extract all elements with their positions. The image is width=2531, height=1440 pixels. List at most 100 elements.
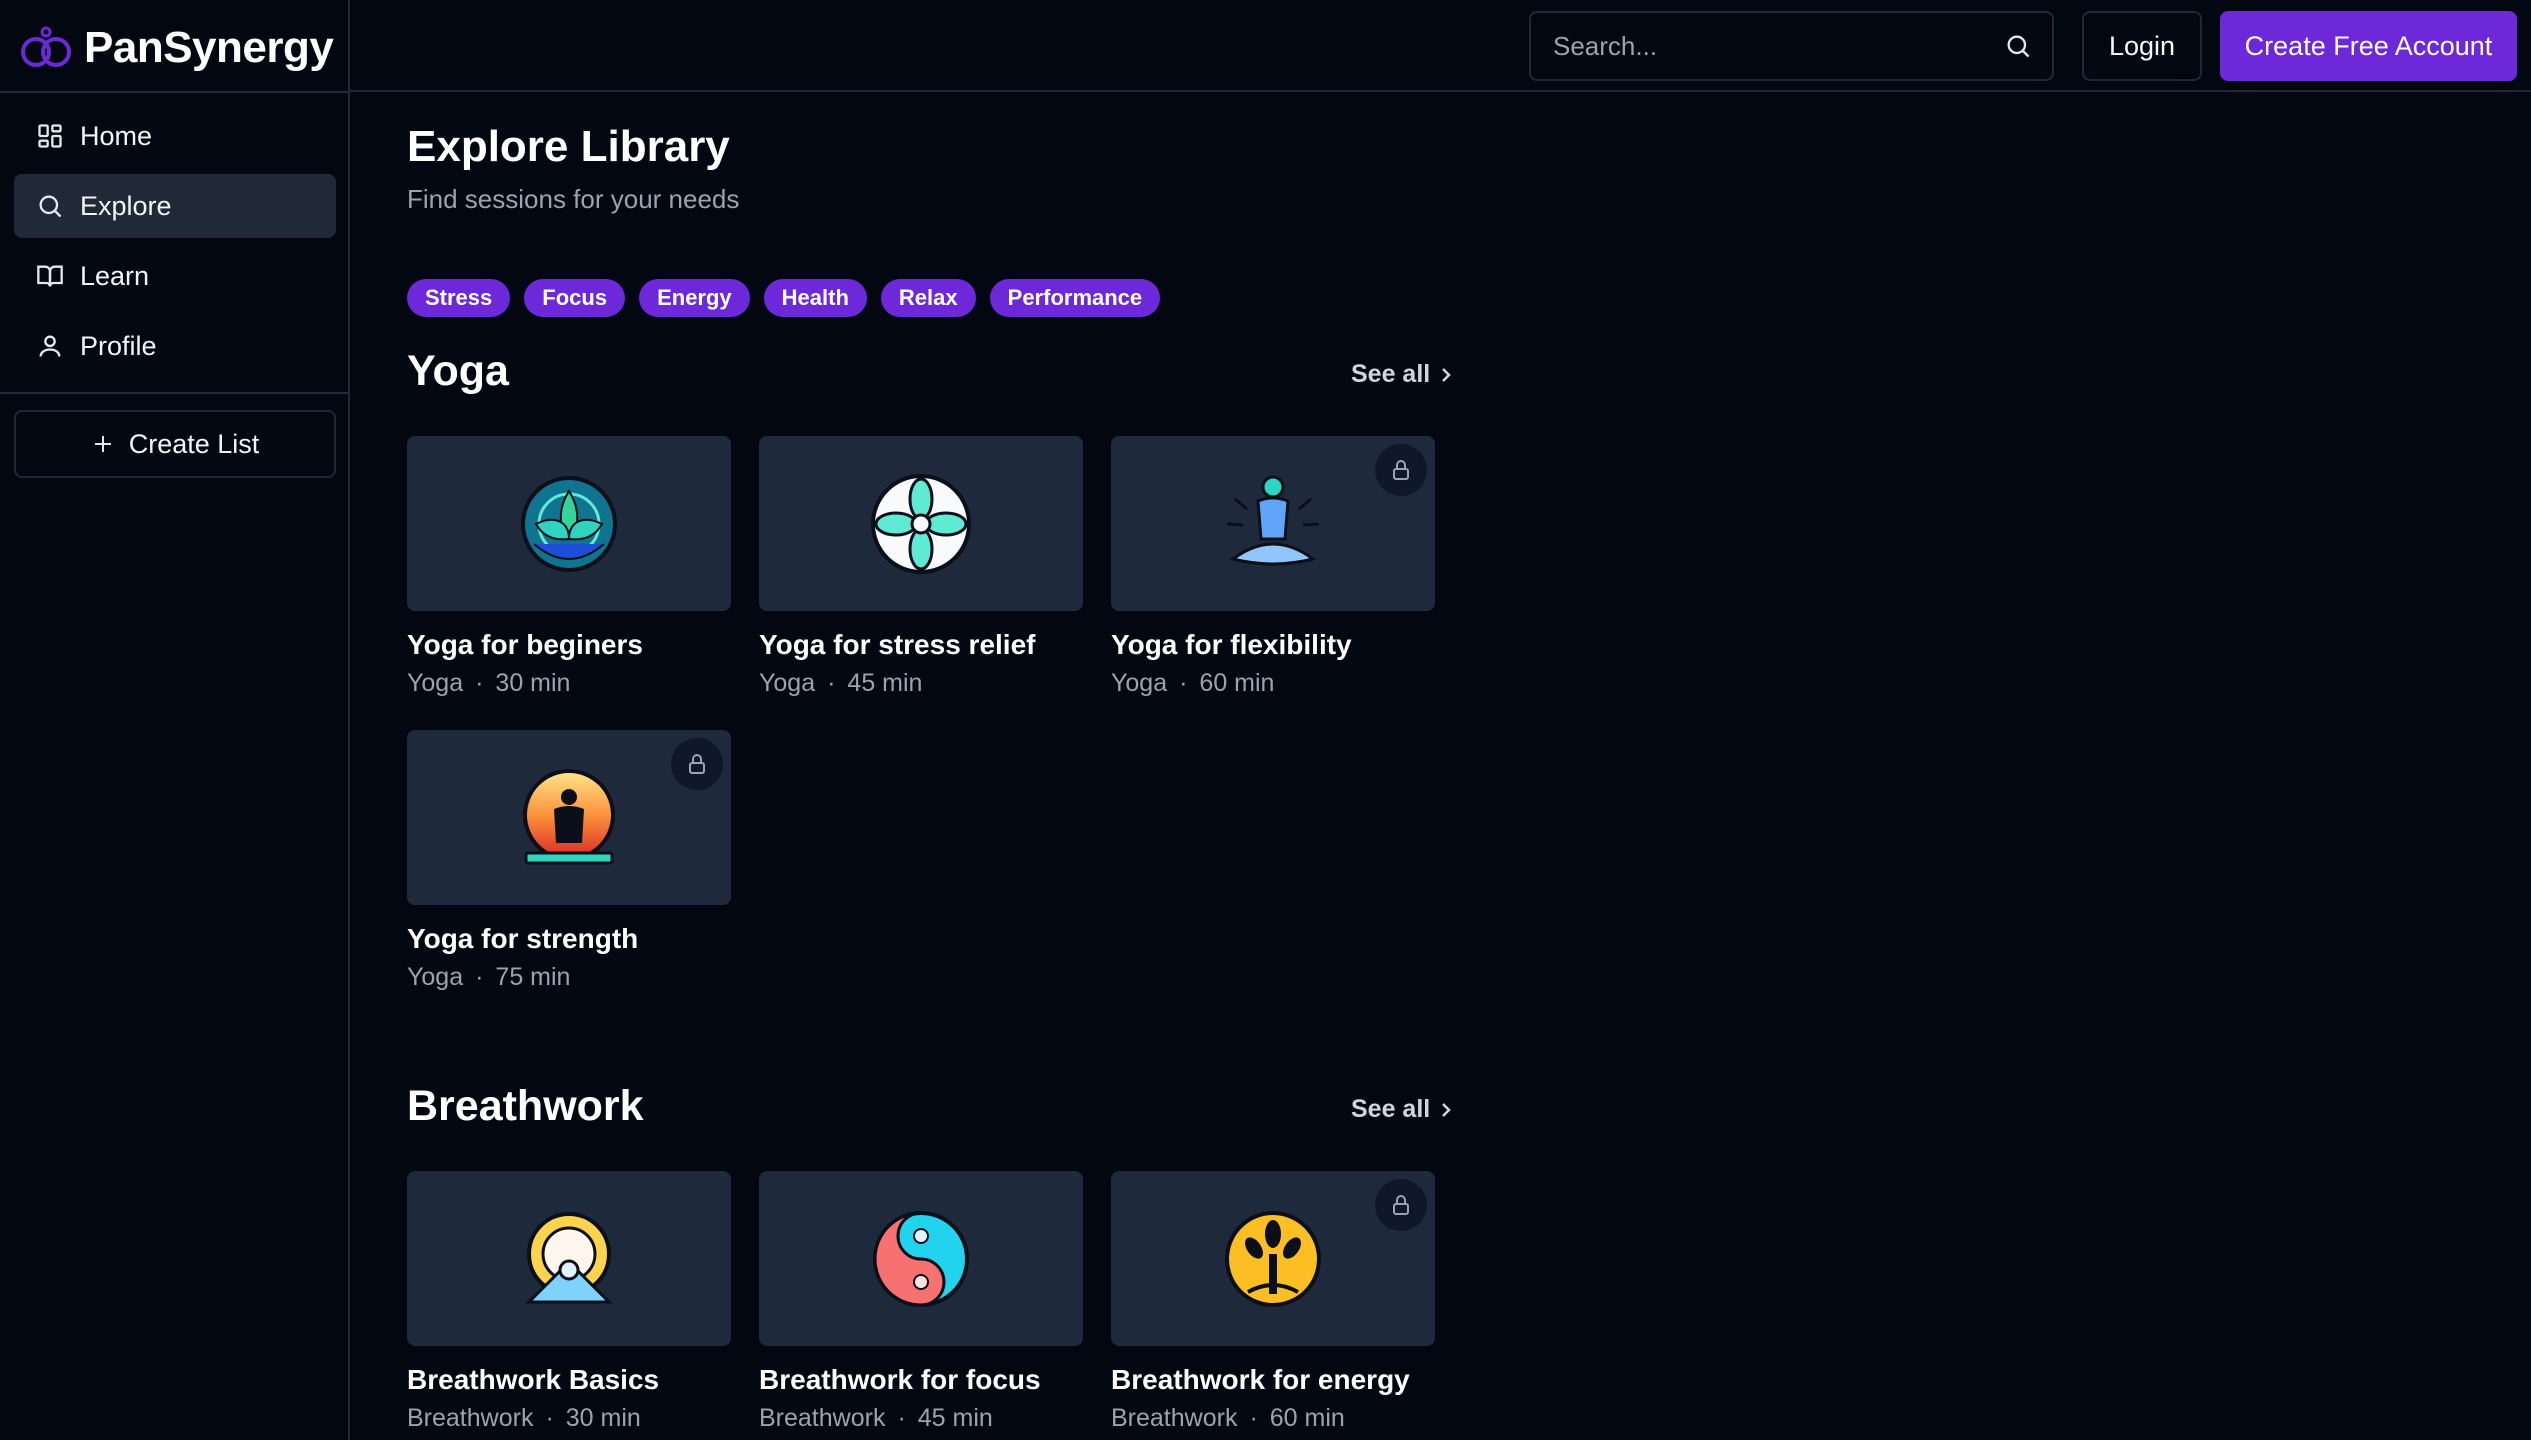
sidebar-item-label: Explore bbox=[80, 190, 172, 221]
tag-relax[interactable]: Relax bbox=[880, 279, 976, 317]
search-icon[interactable] bbox=[2004, 32, 2032, 60]
sidebar-item-label: Learn bbox=[80, 260, 150, 291]
session-thumbnail bbox=[759, 436, 1083, 611]
session-thumbnail bbox=[407, 1171, 731, 1346]
session-thumbnail bbox=[1111, 436, 1435, 611]
search-input[interactable] bbox=[1551, 29, 2004, 63]
session-thumbnail bbox=[407, 436, 731, 611]
lock-badge bbox=[1375, 444, 1427, 496]
session-title: Yoga for stress relief bbox=[759, 629, 1036, 660]
session-title: Yoga for flexibility bbox=[1111, 629, 1352, 660]
book-icon bbox=[37, 265, 63, 287]
session-card[interactable]: Yoga for beginers Yoga · 30 min bbox=[407, 436, 731, 698]
sidebar-item-label: Home bbox=[80, 120, 153, 151]
divider bbox=[0, 392, 350, 394]
session-category: Yoga bbox=[407, 963, 464, 991]
session-duration: 45 min bbox=[917, 1404, 993, 1432]
tag-performance[interactable]: Performance bbox=[989, 279, 1161, 317]
logo[interactable]: PanSynergy bbox=[18, 20, 334, 76]
yin-yang-icon bbox=[873, 1210, 969, 1307]
session-category: Yoga bbox=[407, 669, 464, 697]
session-category: Breathwork bbox=[759, 1404, 886, 1432]
session-meta: Breathwork · 30 min bbox=[407, 1404, 641, 1432]
session-duration: 45 min bbox=[847, 669, 923, 697]
session-card[interactable]: Breathwork for energy Breathwork · 60 min bbox=[1111, 1171, 1435, 1433]
session-category: Yoga bbox=[759, 669, 816, 697]
sidebar: PanSynergy Home Explore Learn Profile Cr… bbox=[0, 0, 350, 1440]
lotus-flower-icon bbox=[871, 473, 971, 574]
sidebar-item-learn[interactable]: Learn bbox=[14, 244, 336, 308]
session-card[interactable]: Yoga for strength Yoga · 75 min bbox=[407, 730, 731, 992]
see-all-label: See all bbox=[1351, 1095, 1431, 1123]
session-duration: 60 min bbox=[1269, 1404, 1345, 1432]
mandala-lotus-icon bbox=[521, 475, 617, 572]
tag-health[interactable]: Health bbox=[763, 279, 867, 317]
create-list-button[interactable]: Create List bbox=[14, 410, 336, 478]
section-title-yoga: Yoga bbox=[407, 347, 509, 395]
tag-focus[interactable]: Focus bbox=[524, 279, 626, 317]
sidebar-item-profile[interactable]: Profile bbox=[14, 314, 336, 378]
chevron-right-icon bbox=[1442, 1102, 1452, 1117]
session-meta: Yoga · 45 min bbox=[759, 669, 923, 697]
session-card[interactable]: Breathwork Basics Breathwork · 30 min bbox=[407, 1171, 731, 1433]
lock-badge bbox=[1375, 1179, 1427, 1231]
session-meta: Yoga · 60 min bbox=[1111, 669, 1275, 697]
lock-icon bbox=[1393, 460, 1409, 480]
session-card[interactable]: Breathwork for focus Breathwork · 45 min bbox=[759, 1171, 1083, 1433]
session-thumbnail bbox=[1111, 1171, 1435, 1346]
session-duration: 75 min bbox=[495, 963, 571, 991]
session-meta: Yoga · 30 min bbox=[407, 669, 571, 697]
page-subtitle: Find sessions for your needs bbox=[407, 184, 740, 214]
lock-badge bbox=[671, 738, 723, 790]
plus-icon bbox=[94, 436, 111, 452]
meditating-figure-icon bbox=[1226, 475, 1320, 565]
see-all-breathwork-link[interactable]: See all bbox=[1351, 1095, 1454, 1124]
search-icon bbox=[39, 195, 62, 218]
session-thumbnail bbox=[759, 1171, 1083, 1346]
session-duration: 30 min bbox=[565, 1404, 641, 1432]
tag-filter-list: Stress Focus Energy Health Relax Perform… bbox=[407, 279, 1161, 317]
grid-icon bbox=[38, 124, 62, 148]
lock-icon bbox=[689, 754, 705, 774]
sunrise-breath-icon bbox=[525, 1211, 613, 1303]
sidebar-item-explore[interactable]: Explore bbox=[14, 174, 336, 238]
chevron-right-icon bbox=[1442, 367, 1452, 382]
session-meta: Breathwork · 60 min bbox=[1111, 1404, 1345, 1432]
see-all-label: See all bbox=[1351, 360, 1431, 388]
session-title: Breathwork for energy bbox=[1111, 1364, 1410, 1395]
session-meta: Yoga · 75 min bbox=[407, 963, 571, 991]
session-card[interactable]: Yoga for stress relief Yoga · 45 min bbox=[759, 436, 1083, 698]
session-title: Breathwork Basics bbox=[407, 1364, 660, 1395]
divider bbox=[0, 91, 350, 93]
session-title: Yoga for beginers bbox=[407, 629, 643, 660]
create-list-label: Create List bbox=[128, 428, 260, 459]
tree-of-life-icon bbox=[1225, 1210, 1321, 1307]
session-title: Breathwork for focus bbox=[759, 1364, 1041, 1395]
sidebar-item-home[interactable]: Home bbox=[14, 104, 336, 168]
sidebar-item-label: Profile bbox=[80, 330, 157, 361]
tag-stress[interactable]: Stress bbox=[407, 279, 511, 317]
session-card[interactable]: Yoga for flexibility Yoga · 60 min bbox=[1111, 436, 1435, 698]
see-all-yoga-link[interactable]: See all bbox=[1351, 360, 1454, 389]
login-button[interactable]: Login bbox=[2082, 11, 2202, 81]
section-title-breathwork: Breathwork bbox=[407, 1082, 644, 1130]
sunset-meditation-icon bbox=[523, 768, 615, 864]
create-account-button[interactable]: Create Free Account bbox=[2220, 11, 2517, 81]
session-title: Yoga for strength bbox=[407, 923, 639, 954]
session-meta: Breathwork · 45 min bbox=[759, 1404, 993, 1432]
sidebar-nav: Home Explore Learn Profile bbox=[14, 104, 336, 384]
top-bar bbox=[350, 0, 2531, 92]
session-category: Yoga bbox=[1111, 669, 1168, 697]
app-name: PanSynergy bbox=[84, 23, 334, 72]
user-icon bbox=[39, 335, 61, 357]
search-box[interactable] bbox=[1529, 11, 2054, 81]
session-duration: 30 min bbox=[495, 669, 571, 697]
session-category: Breathwork bbox=[407, 1404, 534, 1432]
page-title: Explore Library bbox=[407, 122, 730, 171]
session-thumbnail bbox=[407, 730, 731, 905]
session-duration: 60 min bbox=[1199, 669, 1275, 697]
infinity-logo-icon bbox=[21, 26, 71, 67]
lock-icon bbox=[1393, 1195, 1409, 1215]
session-category: Breathwork bbox=[1111, 1404, 1238, 1432]
tag-energy[interactable]: Energy bbox=[639, 279, 750, 317]
